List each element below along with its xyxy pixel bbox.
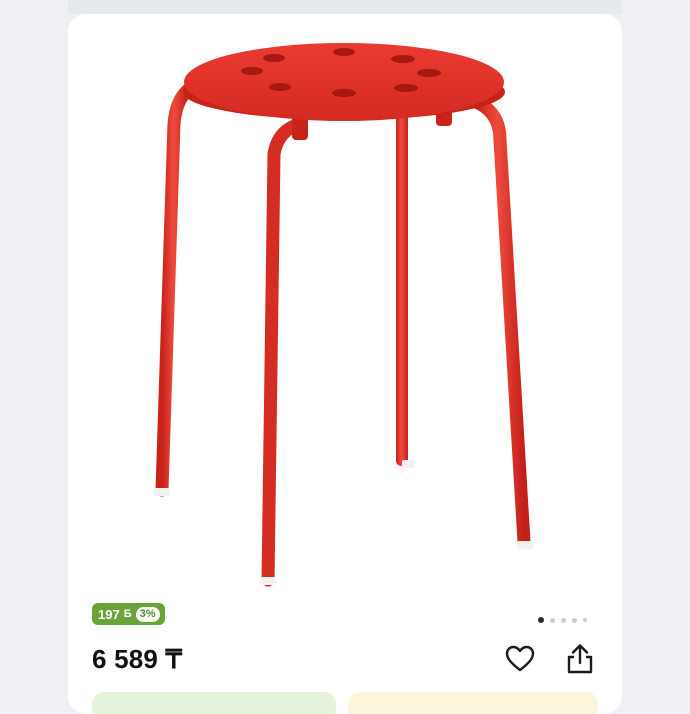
heart-icon [505, 645, 535, 672]
pagination-dot[interactable] [583, 618, 587, 622]
pagination-dot[interactable] [572, 617, 577, 623]
bonus-currency-icon: Б [123, 608, 132, 620]
top-strip [68, 0, 622, 14]
product-card: 197 Б 3% 6 589 ₸ [68, 14, 622, 714]
bonus-percent: 3% [135, 606, 160, 622]
bottom-option-left[interactable] [92, 692, 336, 714]
pagination-dot-active[interactable] [538, 617, 544, 623]
bottom-option-right[interactable] [348, 692, 598, 714]
favorite-button[interactable] [503, 642, 537, 676]
gallery-pagination[interactable] [538, 617, 587, 623]
product-price: 6 589 ₸ [92, 644, 183, 674]
bonus-amount: 197 [98, 606, 120, 622]
bonus-row: 197 Б 3% [92, 603, 165, 625]
pagination-dot[interactable] [550, 617, 555, 623]
pagination-dot[interactable] [561, 617, 566, 623]
bonus-badge[interactable]: 197 Б 3% [92, 603, 165, 625]
share-button[interactable] [563, 642, 597, 676]
share-icon [567, 644, 593, 674]
product-image[interactable] [68, 14, 622, 596]
